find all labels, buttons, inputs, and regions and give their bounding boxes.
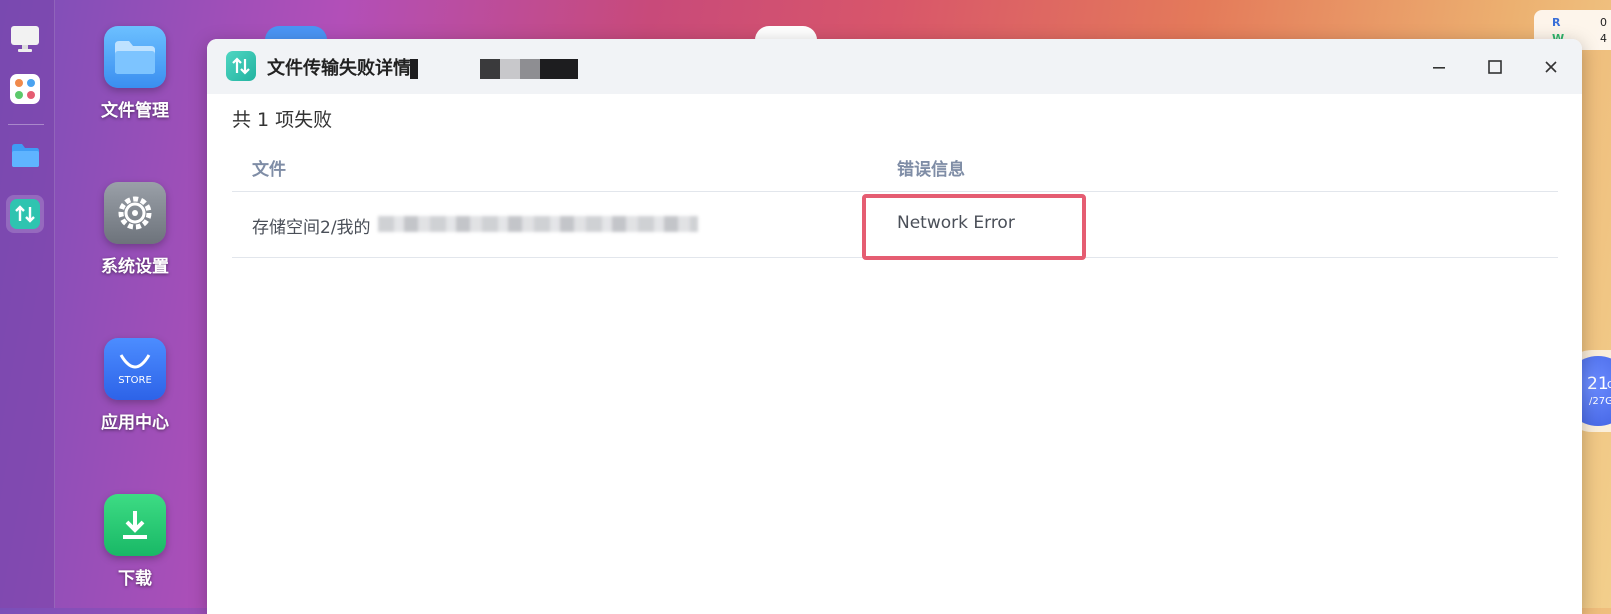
desktop-icon-label: 下载 <box>118 569 152 589</box>
desktop-icon-label: 文件管理 <box>101 101 169 121</box>
file-path: 存储空间2/我的 <box>252 218 371 238</box>
minimize-button[interactable] <box>1425 53 1453 81</box>
transfer-failure-window: 文件传输失败详情 共 1 项失败 文件 错误信息 存储空间2/我的 Networ… <box>207 39 1582 614</box>
download-icon <box>104 494 166 556</box>
desktop-icon-label: 系统设置 <box>101 257 169 277</box>
dock-item-apps[interactable] <box>6 70 44 108</box>
close-icon <box>1545 61 1557 73</box>
gear-icon <box>104 182 166 244</box>
window-titlebar[interactable]: 文件传输失败详情 <box>207 39 1582 94</box>
read-value: 0 <box>1600 16 1607 29</box>
folder-icon <box>12 144 39 167</box>
store-badge: STORE <box>118 374 152 386</box>
folder-icon <box>104 26 166 88</box>
window-title: 文件传输失败详情 <box>267 58 411 79</box>
column-header-file: 文件 <box>252 160 286 180</box>
minimize-icon <box>1433 67 1445 69</box>
storage-used-unit: G <box>1607 380 1611 391</box>
app-grid-icon <box>10 74 40 104</box>
dock <box>0 0 55 608</box>
storage-total: /27G <box>1589 396 1611 407</box>
column-header-error: 错误信息 <box>897 160 965 180</box>
transfer-icon <box>226 51 256 81</box>
desktop-icon-file-manager[interactable]: 文件管理 <box>90 26 180 121</box>
redacted-block <box>410 59 418 79</box>
desktop-icon-app-center[interactable]: STORE 应用中心 <box>90 338 180 433</box>
error-highlight-box <box>862 194 1086 260</box>
failure-summary: 共 1 项失败 <box>232 109 333 131</box>
table-header: 文件 错误信息 <box>232 145 1558 192</box>
transfer-icon <box>10 199 40 229</box>
maximize-button[interactable] <box>1481 53 1509 81</box>
redacted-block <box>520 59 540 79</box>
dock-item-files[interactable] <box>6 136 44 174</box>
maximize-icon <box>1488 60 1502 74</box>
desktop-icon-system-settings[interactable]: 系统设置 <box>90 182 180 277</box>
redacted-filename <box>378 216 698 232</box>
monitor-icon <box>11 26 39 52</box>
dock-item-transfer[interactable] <box>6 195 44 233</box>
write-value: 4 <box>1600 32 1607 45</box>
redacted-block <box>540 59 578 79</box>
read-label: R <box>1552 16 1561 29</box>
dock-item-desktop[interactable] <box>6 20 44 58</box>
redacted-block <box>500 59 520 79</box>
close-button[interactable] <box>1537 53 1565 81</box>
storage-used: 21 <box>1587 374 1609 394</box>
desktop-icon-download[interactable]: 下载 <box>90 494 180 589</box>
store-icon: STORE <box>104 338 166 400</box>
redacted-block <box>480 59 500 79</box>
dock-divider <box>8 124 44 125</box>
desktop-icon-label: 应用中心 <box>101 413 169 433</box>
